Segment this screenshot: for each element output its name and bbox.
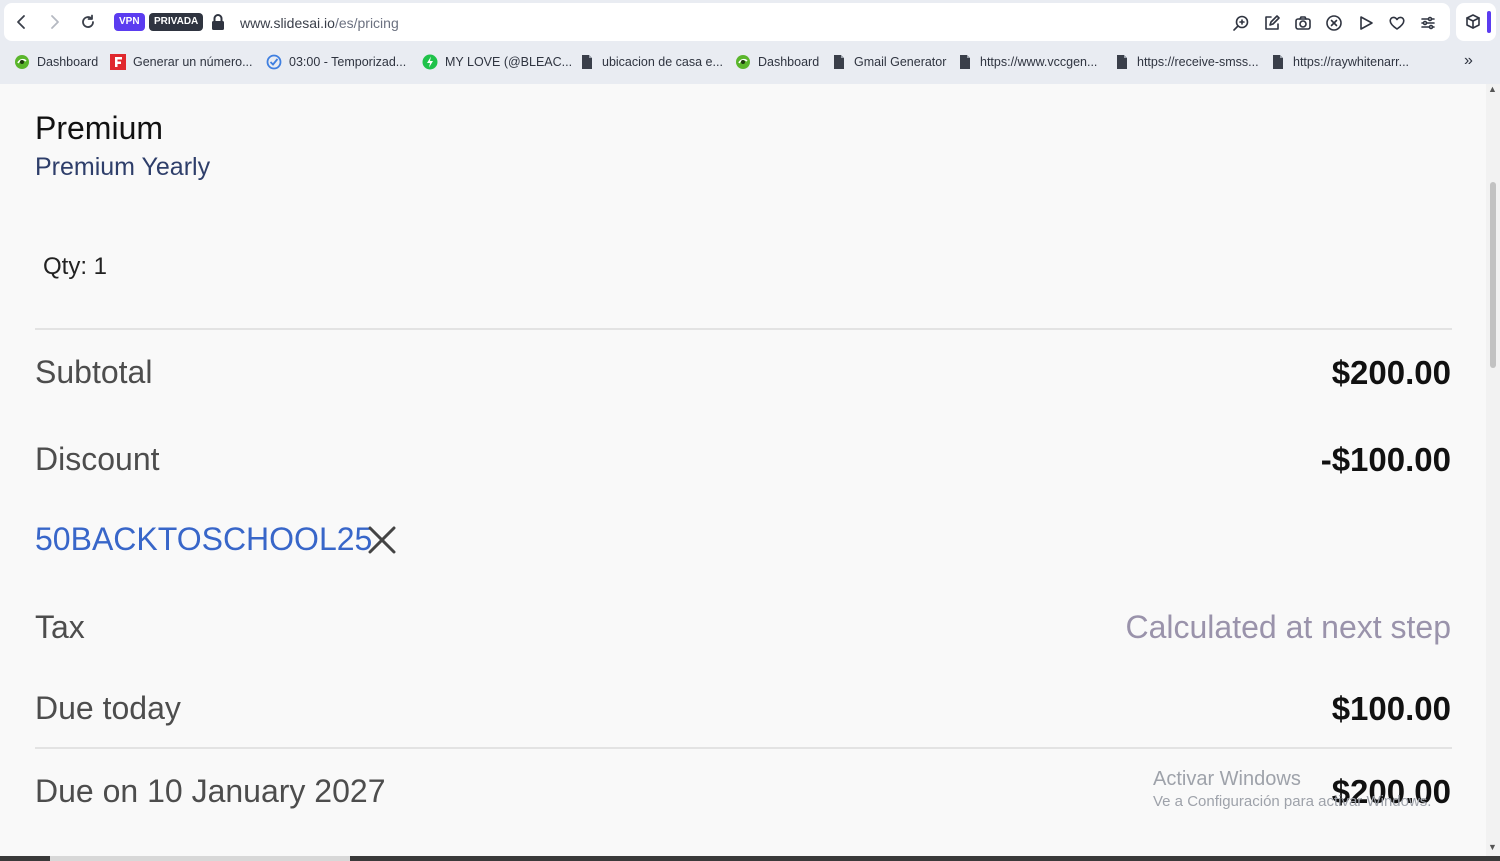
player-icon[interactable] xyxy=(1357,14,1375,32)
subtotal-label: Subtotal xyxy=(35,354,153,390)
camera-icon[interactable] xyxy=(1294,14,1312,32)
reload-button[interactable] xyxy=(78,12,98,32)
zoom-icon[interactable] xyxy=(1232,14,1250,32)
due-today-value: $100.00 xyxy=(1331,690,1451,727)
watermark-subtitle: Ve a Configuración para activar Windows. xyxy=(1153,793,1432,810)
tax-label: Tax xyxy=(35,609,85,645)
reload-icon xyxy=(82,14,94,28)
blue-check-icon xyxy=(266,54,282,70)
plan-variant: Premium Yearly xyxy=(35,153,211,181)
page-icon xyxy=(1117,55,1127,69)
page-scrollbar[interactable]: ▲ ▼ xyxy=(1486,84,1500,856)
scroll-up-icon[interactable]: ▲ xyxy=(1488,84,1497,94)
bookmark-item[interactable]: https://receive-smss... xyxy=(1114,53,1259,71)
private-badge: PRIVADA xyxy=(149,13,204,31)
sidebar-accent-bar xyxy=(1487,11,1491,33)
page-icon xyxy=(960,55,970,69)
green-bolt-icon xyxy=(422,54,438,70)
bookmark-item[interactable]: Gmail Generator xyxy=(831,53,946,71)
bookmark-item[interactable]: Dashboard xyxy=(14,53,98,71)
page-icon xyxy=(582,55,592,69)
bookmarks-bar: Dashboard Generar un número... 03:00 - T… xyxy=(0,44,1500,80)
back-arrow-icon xyxy=(17,15,25,29)
scroll-down-icon[interactable]: ▼ xyxy=(1488,842,1497,852)
extensions-area[interactable] xyxy=(1456,3,1496,41)
coupon-code: 50BACKTOSCHOOL25 xyxy=(35,521,373,557)
taskbar-edge xyxy=(0,856,1500,861)
subtotal-value: $200.00 xyxy=(1331,354,1451,391)
address-bar[interactable]: VPN PRIVADA www.slidesai.io/es/pricing xyxy=(4,3,1450,41)
bookmark-item[interactable]: https://raywhitenarr... xyxy=(1270,53,1409,71)
back-button[interactable] xyxy=(12,12,32,32)
page-icon xyxy=(834,55,844,69)
url-text[interactable]: www.slidesai.io/es/pricing xyxy=(240,15,399,31)
bookmark-item[interactable]: 03:00 - Temporizad... xyxy=(266,53,406,71)
more-bookmarks-icon[interactable]: » xyxy=(1464,52,1473,70)
vpn-badge[interactable]: VPN xyxy=(114,13,145,31)
bookmark-item[interactable]: Generar un número... xyxy=(110,53,253,71)
adblock-icon[interactable] xyxy=(1325,14,1343,32)
checkout-summary xyxy=(0,84,1486,856)
divider xyxy=(35,328,1452,330)
heart-icon[interactable] xyxy=(1388,14,1406,32)
cube-icon[interactable] xyxy=(1464,13,1482,31)
discount-value: -$100.00 xyxy=(1320,441,1451,478)
windows-activation-watermark: Activar Windows Ve a Configuración para … xyxy=(1153,768,1431,810)
divider xyxy=(35,747,1452,749)
bookmark-item[interactable]: ubicacion de casa e... xyxy=(579,53,723,71)
forward-arrow-icon xyxy=(51,15,59,29)
quantity-label[interactable]: Qty: 1 xyxy=(43,253,107,281)
green-globe-icon xyxy=(736,55,750,69)
lock-icon[interactable] xyxy=(211,14,225,35)
green-globe-icon xyxy=(15,55,29,69)
due-today-label: Due today xyxy=(35,690,181,726)
page-icon xyxy=(1273,55,1283,69)
close-icon xyxy=(368,526,396,554)
discount-label: Discount xyxy=(35,441,160,477)
tax-value: Calculated at next step xyxy=(1125,609,1451,645)
bookmark-item[interactable]: Dashboard xyxy=(735,53,819,71)
due-later-label: Due on 10 January 2027 xyxy=(35,773,386,809)
bookmark-item[interactable]: https://www.vccgen... xyxy=(957,53,1097,71)
scrollbar-thumb[interactable] xyxy=(1490,182,1496,368)
bookmark-item[interactable]: MY LOVE (@BLEAC... xyxy=(422,53,572,71)
easy-setup-icon[interactable] xyxy=(1419,14,1437,32)
forward-button[interactable] xyxy=(44,12,64,32)
plan-title: Premium xyxy=(35,110,164,146)
browser-toolbar: VPN PRIVADA www.slidesai.io/es/pricing xyxy=(0,0,1500,44)
red-f-icon xyxy=(110,54,126,70)
remove-coupon-button[interactable] xyxy=(366,524,398,556)
watermark-title: Activar Windows xyxy=(1153,768,1301,790)
edit-icon[interactable] xyxy=(1263,14,1281,32)
